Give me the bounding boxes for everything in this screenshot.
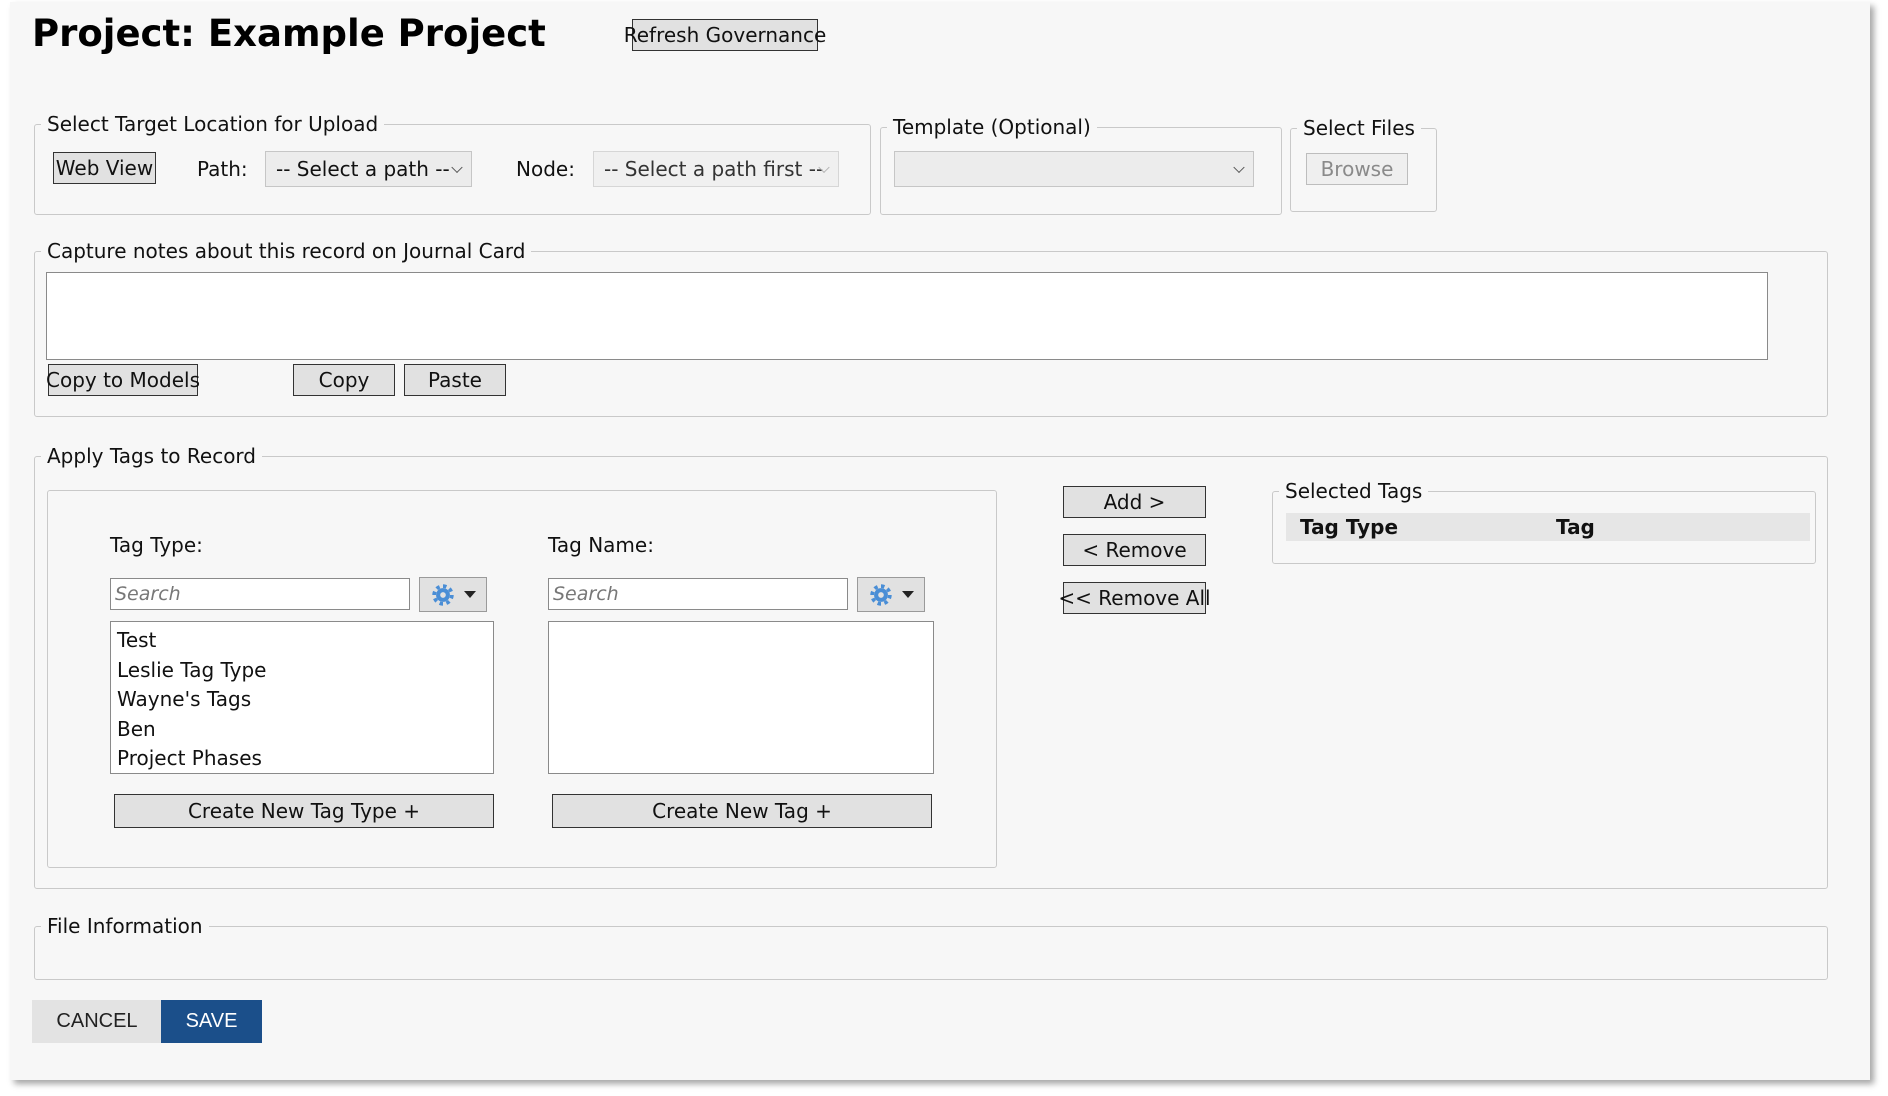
browse-button[interactable]: Browse <box>1306 153 1408 185</box>
tag-type-label: Tag Type: <box>110 533 203 557</box>
target-location-legend: Select Target Location for Upload <box>47 112 379 136</box>
notes-legend: Capture notes about this record on Journ… <box>47 239 526 263</box>
node-label: Node: <box>516 157 575 181</box>
tag-name-label: Tag Name: <box>548 533 654 557</box>
list-item[interactable]: Leslie Tag Type <box>117 656 487 686</box>
refresh-governance-button[interactable]: Refresh Governance <box>624 19 826 51</box>
gear-icon <box>870 583 892 606</box>
paste-button[interactable]: Paste <box>404 364 506 396</box>
file-information-legend: File Information <box>47 914 203 938</box>
chevron-down-icon <box>1233 161 1245 174</box>
gear-icon <box>432 583 454 606</box>
tag-name-search-input[interactable] <box>548 578 848 610</box>
caret-down-icon <box>464 591 476 598</box>
node-select-value: -- Select a path first -- <box>604 157 824 181</box>
tag-type-search-input[interactable] <box>110 578 410 610</box>
tag-type-options-button[interactable] <box>419 577 487 612</box>
notes-textarea[interactable] <box>46 272 1768 360</box>
page-title: Project: Example Project <box>32 12 546 55</box>
tag-type-listbox[interactable]: Test Leslie Tag Type Wayne's Tags Ben Projec… <box>110 621 494 774</box>
select-files-legend: Select Files <box>1303 116 1415 140</box>
path-select[interactable]: -- Select a path -- <box>265 151 472 187</box>
list-item[interactable]: Wayne's Tags <box>117 685 487 715</box>
node-select[interactable]: -- Select a path first -- <box>593 151 839 187</box>
list-item[interactable]: Test <box>117 626 487 656</box>
upload-dialog: Project: Example Project Refresh Governa… <box>10 2 1870 1080</box>
create-tag-type-button[interactable]: Create New Tag Type + <box>114 794 494 828</box>
cancel-button[interactable]: CANCEL <box>32 1000 162 1043</box>
tags-legend: Apply Tags to Record <box>47 444 256 468</box>
save-button[interactable]: SAVE <box>161 1000 262 1043</box>
path-select-value: -- Select a path -- <box>276 157 450 181</box>
copy-button[interactable]: Copy <box>293 364 395 396</box>
caret-down-icon <box>902 591 914 598</box>
remove-all-tags-button[interactable]: << Remove All <box>1058 582 1211 614</box>
path-label: Path: <box>197 157 248 181</box>
list-item[interactable]: Ben <box>117 715 487 745</box>
selected-tags-header: Tag Type Tag <box>1286 513 1810 541</box>
tag-name-listbox[interactable] <box>548 621 934 774</box>
create-tag-button[interactable]: Create New Tag + <box>552 794 932 828</box>
list-item[interactable]: Project Phases <box>117 744 487 774</box>
copy-to-models-button[interactable]: Copy to Models <box>46 364 200 396</box>
remove-tag-button[interactable]: < Remove <box>1063 534 1206 566</box>
web-view-button[interactable]: Web View <box>53 152 156 184</box>
tag-name-options-button[interactable] <box>857 577 925 612</box>
chevron-down-icon <box>451 161 463 174</box>
column-header-tag-type: Tag Type <box>1300 515 1399 539</box>
selected-tags-legend: Selected Tags <box>1285 479 1423 503</box>
template-legend: Template (Optional) <box>893 115 1091 139</box>
file-information-group: File Information <box>34 914 1828 980</box>
template-select[interactable] <box>894 151 1254 187</box>
add-tag-button[interactable]: Add > <box>1063 486 1206 518</box>
column-header-tag: Tag <box>1556 515 1595 539</box>
